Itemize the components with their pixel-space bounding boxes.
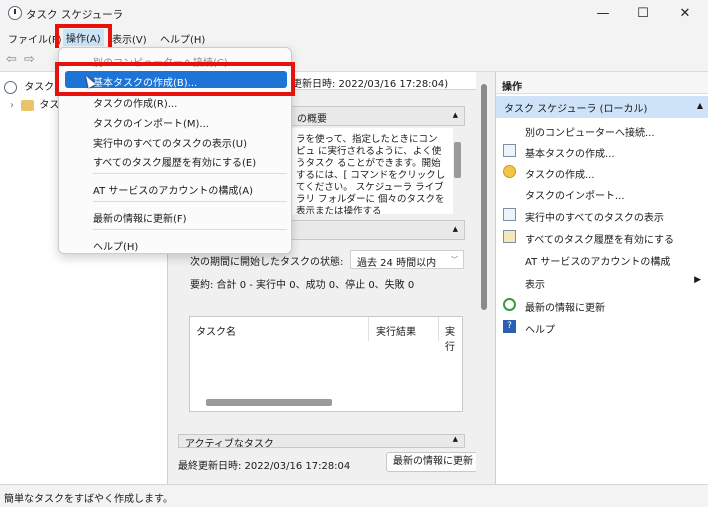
list-icon (503, 208, 516, 221)
actions-group-local[interactable]: タスク スケジューラ (ローカル) ▲ (496, 96, 708, 118)
history-icon (503, 230, 516, 243)
period-select-value: 過去 24 時間以内 (357, 258, 437, 269)
table-horizontal-scrollbar[interactable] (206, 399, 332, 406)
action-refresh[interactable]: 最新の情報に更新 (496, 295, 708, 316)
menu-item-refresh[interactable]: 最新の情報に更新(F) (93, 210, 187, 225)
menu-separator (93, 173, 287, 174)
active-tasks-title: アクティブなタスク (185, 439, 274, 448)
menu-item-enable-history[interactable]: すべてのタスク履歴を有効にする(E) (93, 154, 256, 169)
submenu-arrow-icon: ▶ (694, 275, 701, 285)
forward-arrow-icon[interactable]: ⇨ (24, 52, 35, 67)
column-header-result[interactable]: 実行結果 (376, 323, 416, 338)
action-import-task[interactable]: タスクのインポート... (496, 183, 708, 204)
collapse-arrow-icon[interactable]: ▲ (453, 111, 458, 119)
menu-file[interactable]: ファイル(F) (8, 31, 62, 46)
actions-pane: 操作 タスク スケジューラ (ローカル) ▲ 別のコンピューターへ接続... 基… (495, 72, 708, 484)
menu-help[interactable]: ヘルプ(H) (160, 31, 205, 46)
center-scrollbar[interactable] (476, 72, 492, 484)
menu-item-create-task[interactable]: タスクの作成(R)... (93, 95, 177, 110)
action-connect-computer[interactable]: 別のコンピューターへ接続... (496, 120, 708, 141)
period-select[interactable]: 過去 24 時間以内 ﹀ (350, 250, 464, 269)
collapse-arrow-icon[interactable]: ▲ (453, 435, 458, 443)
actions-group-label: タスク スケジューラ (ローカル) (504, 104, 648, 115)
action-show-running-tasks[interactable]: 実行中のすべてのタスクの表示 (496, 205, 708, 226)
action-create-basic-task[interactable]: 基本タスクの作成... (496, 141, 708, 162)
minimize-button[interactable]: — (582, 0, 624, 28)
clock-icon (4, 80, 17, 94)
center-scrollbar-thumb[interactable] (481, 84, 487, 310)
close-button[interactable]: ✕ (664, 0, 706, 28)
menu-item-configure-at-service[interactable]: AT サービスのアカウントの構成(A) (93, 182, 253, 197)
calendar-icon (503, 144, 516, 157)
collapse-arrow-icon[interactable]: ▲ (453, 225, 458, 233)
help-icon: ? (503, 320, 516, 333)
menu-item-import-task[interactable]: タスクのインポート(M)... (93, 115, 209, 130)
folder-icon (21, 99, 35, 111)
menu-separator (93, 229, 287, 230)
menu-separator (93, 201, 287, 202)
chevron-down-icon: ﹀ (451, 256, 458, 264)
action-configure-at-service[interactable]: AT サービスのアカウントの構成 (496, 249, 708, 270)
task-summary: 要約: 合計 0 - 実行中 0、成功 0、停止 0、失敗 0 (190, 280, 415, 291)
column-divider[interactable] (438, 317, 439, 341)
footer-last-refresh: 最終更新日時: 2022/03/16 17:28:04 (178, 461, 351, 472)
task-status-table: タスク名 実行結果 実行 (189, 316, 463, 412)
menu-view[interactable]: 表示(V) (112, 31, 147, 46)
maximize-button[interactable]: ☐ (622, 0, 664, 28)
refresh-icon (503, 298, 516, 311)
expand-chevron-icon[interactable]: › (10, 100, 14, 111)
clock-icon (503, 165, 516, 178)
actions-header: 操作 (496, 72, 708, 94)
action-view[interactable]: 表示 ▶ (496, 272, 708, 293)
overview-title: の概要 (297, 114, 327, 125)
tree-item-library[interactable]: › タス (10, 96, 59, 111)
task-scheduler-app-icon (8, 6, 22, 20)
column-header-run[interactable]: 実行 (445, 323, 462, 353)
overview-scrollbar[interactable] (454, 142, 461, 178)
active-tasks-section-header[interactable]: アクティブなタスク ▲ (178, 434, 465, 448)
refresh-button[interactable]: 最新の情報に更新 (386, 452, 480, 472)
action-enable-history[interactable]: すべてのタスク履歴を有効にする (496, 227, 708, 248)
task-status-label: 次の期間に開始したタスクの状態: (190, 257, 344, 268)
status-bar: 簡単なタスクをすばやく作成します。 (0, 484, 708, 507)
menu-item-show-running-tasks[interactable]: 実行中のすべてのタスクの表示(U) (93, 135, 247, 150)
back-arrow-icon[interactable]: ⇦ (6, 52, 17, 67)
action-create-task[interactable]: タスクの作成... (496, 162, 708, 183)
collapse-arrow-icon[interactable]: ▲ (697, 101, 703, 110)
column-divider[interactable] (368, 317, 369, 341)
window-title: タスク スケジューラ (26, 9, 124, 21)
menu-item-help[interactable]: ヘルプ(H) (93, 238, 138, 253)
action-help[interactable]: ? ヘルプ (496, 317, 708, 338)
column-header-task-name[interactable]: タスク名 (196, 323, 236, 338)
tree-item-root[interactable]: タスク (4, 78, 54, 94)
